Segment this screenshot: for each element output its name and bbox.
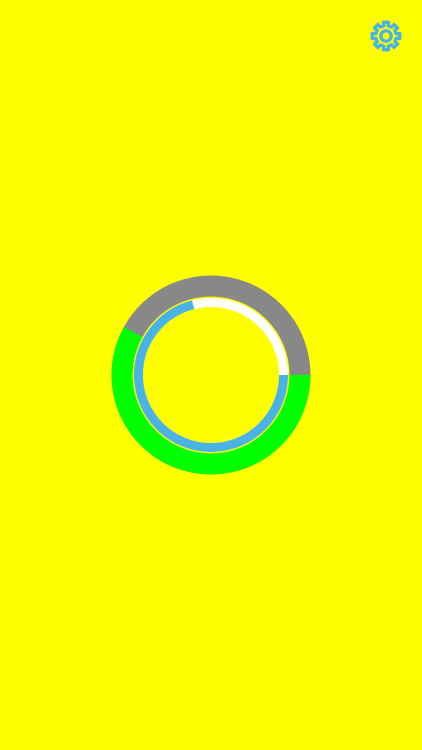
app-screen [0, 0, 422, 750]
timer-ring [0, 0, 422, 750]
